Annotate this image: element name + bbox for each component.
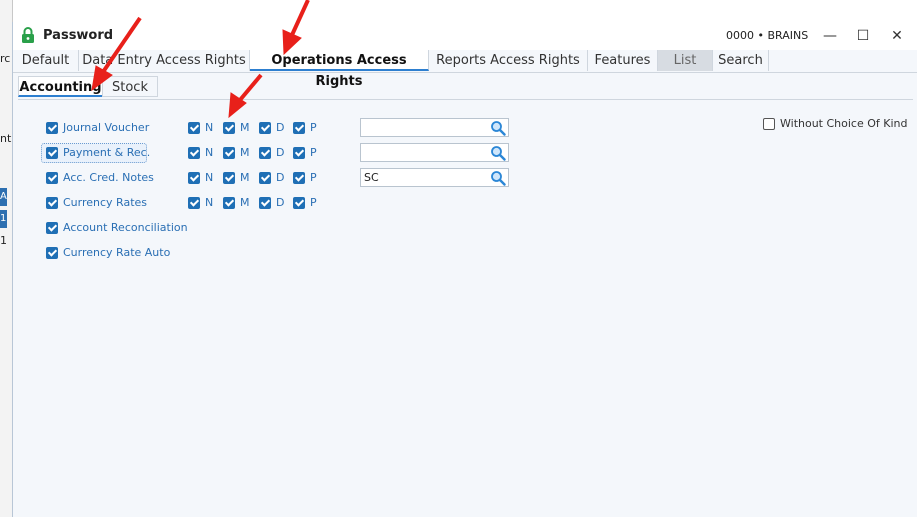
flag-m-label: M [240, 196, 250, 209]
acc-cred-notes-n-checkbox[interactable] [188, 172, 200, 184]
title-bar: Password 0000 • BRAINS — ☐ ✕ [13, 22, 917, 50]
flag-p-label: P [310, 196, 317, 209]
payment-rec-n-checkbox[interactable] [188, 147, 200, 159]
acc-cred-notes-lookup-field[interactable]: SC [360, 168, 509, 187]
flag-p-label: P [310, 171, 317, 184]
flag-n-label: N [205, 121, 214, 134]
window-title: Password [43, 28, 114, 43]
flag-d-label: D [276, 146, 285, 159]
payment-rec-lookup-field[interactable] [360, 143, 509, 162]
background-cell: 1 [0, 210, 7, 228]
flag-p-label: P [310, 121, 317, 134]
flag-d-label: D [276, 121, 285, 134]
currency-rates-p-checkbox[interactable] [293, 197, 305, 209]
currency-rates-checkbox[interactable] [46, 197, 58, 209]
company-label: 0000 • BRAINS [726, 29, 809, 42]
tab-features[interactable]: Features [588, 50, 658, 71]
tab-data-entry-access-rights[interactable]: Data Entry Access Rights [79, 50, 250, 71]
acc-cred-notes-m-checkbox[interactable] [223, 172, 235, 184]
account-reconciliation-checkbox[interactable] [46, 222, 58, 234]
payment-rec-m-checkbox[interactable] [223, 147, 235, 159]
journal-voucher-checkbox[interactable] [46, 122, 58, 134]
search-icon[interactable] [490, 170, 506, 186]
minimize-button[interactable]: — [815, 25, 845, 47]
acc-cred-notes-p-checkbox[interactable] [293, 172, 305, 184]
tab-reports-access-rights[interactable]: Reports Access Rights [429, 50, 588, 71]
acc-cred-notes-checkbox[interactable] [46, 172, 58, 184]
without-choice-of-kind-checkbox[interactable] [763, 118, 775, 130]
flag-m-label: M [240, 146, 250, 159]
flag-d-label: D [276, 171, 285, 184]
acc-cred-notes-d-checkbox[interactable] [259, 172, 271, 184]
currency-rate-auto-label: Currency Rate Auto [63, 246, 171, 259]
tab-operations-access-rights[interactable]: Operations Access Rights [250, 50, 429, 89]
currency-rates-m-checkbox[interactable] [223, 197, 235, 209]
main-tab-bar: Default Data Entry Access Rights Operati… [13, 50, 917, 89]
account-reconciliation-label: Account Reconciliation [63, 221, 188, 234]
search-icon[interactable] [490, 120, 506, 136]
lookup-value: SC [364, 171, 379, 184]
lock-icon [22, 27, 34, 43]
payment-rec-checkbox[interactable] [46, 147, 58, 159]
currency-rates-label: Currency Rates [63, 196, 148, 209]
background-cell: A [0, 188, 7, 206]
subtab-accounting[interactable]: Accounting [18, 76, 103, 97]
tab-search[interactable]: Search [713, 50, 769, 71]
flag-d-label: D [276, 196, 285, 209]
journal-voucher-lookup-field[interactable] [360, 118, 509, 137]
subtab-stock[interactable]: Stock [102, 76, 158, 97]
journal-voucher-m-checkbox[interactable] [223, 122, 235, 134]
journal-voucher-n-checkbox[interactable] [188, 122, 200, 134]
tab-list[interactable]: List [658, 50, 713, 71]
payment-rec-d-checkbox[interactable] [259, 147, 271, 159]
acc-cred-notes-label: Acc. Cred. Notes [63, 171, 154, 184]
search-icon[interactable] [490, 145, 506, 161]
background-text: rc [0, 52, 11, 65]
close-button[interactable]: ✕ [882, 25, 912, 47]
payment-rec-p-checkbox[interactable] [293, 147, 305, 159]
journal-voucher-label: Journal Voucher [63, 121, 150, 134]
flag-n-label: N [205, 171, 214, 184]
payment-rec-label: Payment & Rec. [63, 146, 151, 159]
background-text: 1 [0, 234, 7, 247]
currency-rates-n-checkbox[interactable] [188, 197, 200, 209]
without-choice-of-kind-label: Without Choice Of Kind [780, 117, 908, 130]
flag-m-label: M [240, 121, 250, 134]
background-text: nt [0, 132, 12, 145]
journal-voucher-p-checkbox[interactable] [293, 122, 305, 134]
accounting-panel: Journal Voucher Payment & Rec. Acc. Cred… [18, 99, 913, 518]
journal-voucher-d-checkbox[interactable] [259, 122, 271, 134]
tab-default[interactable]: Default [13, 50, 79, 71]
flag-p-label: P [310, 146, 317, 159]
maximize-button[interactable]: ☐ [848, 25, 878, 47]
flag-m-label: M [240, 171, 250, 184]
flag-n-label: N [205, 196, 214, 209]
currency-rate-auto-checkbox[interactable] [46, 247, 58, 259]
currency-rates-d-checkbox[interactable] [259, 197, 271, 209]
password-window: Password 0000 • BRAINS — ☐ ✕ Default Dat… [12, 22, 917, 517]
flag-n-label: N [205, 146, 214, 159]
